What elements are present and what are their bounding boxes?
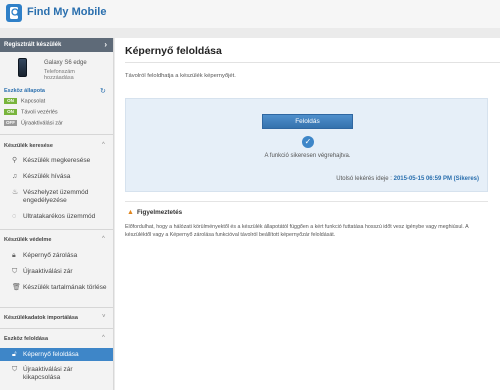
- find-my-mobile-logo-icon: [6, 4, 22, 22]
- registered-devices-header[interactable]: Regisztrált készülék ›: [0, 38, 113, 52]
- top-bar: Find My Mobile: [0, 0, 500, 28]
- sidebar-item-label: Újraaktiválási zár kikapcsolása: [23, 366, 73, 381]
- section-title-unlock: Eszköz feloldása: [4, 336, 49, 342]
- chevron-right-icon: ›: [104, 40, 107, 49]
- page-description: Távolról feloldhatja a készülék képernyő…: [125, 73, 236, 79]
- unlock-panel: Feloldás ✓ A funkció sikeresen végrehajt…: [125, 98, 488, 192]
- divider: [0, 328, 113, 329]
- checkmark-icon: ✓: [302, 136, 314, 148]
- status-row-reactivation-lock: OFF Újraaktiválási zár: [4, 120, 63, 128]
- phone-icon: [18, 58, 27, 77]
- section-title-import: Készülékadatok importálása: [4, 315, 78, 321]
- divider: [0, 134, 113, 135]
- trash-icon: 🗑︎: [12, 284, 21, 291]
- power-saving-icon: ◌: [12, 213, 17, 220]
- sidebar-item-emergency-mode[interactable]: ♨ Vészhelyzet üzemmód engedélyezése: [0, 188, 113, 206]
- sidebar-item-label: Képernyő feloldása: [23, 351, 79, 358]
- unlock-icon: 🔓︎: [12, 351, 17, 358]
- chevron-up-icon[interactable]: ^: [102, 236, 105, 242]
- warning-icon: ▲: [127, 209, 134, 216]
- sidebar-item-label: Készülék megkeresése: [23, 157, 91, 164]
- sidebar-item-ultra-power-saving[interactable]: ◌ Ultratakarékos üzemmód: [0, 212, 113, 222]
- divider: [0, 229, 113, 230]
- last-request-info: Utolsó lekérés ideje : 2015-05-15 06:59 …: [336, 176, 479, 182]
- lock-icon: 🔒︎: [12, 252, 16, 259]
- chevron-up-icon[interactable]: ^: [102, 335, 105, 341]
- sidebar-item-lock-screen[interactable]: 🔒︎ Képernyő zárolása: [0, 251, 113, 261]
- success-message: A funkció sikeresen végrehajtva.: [264, 153, 351, 159]
- sidebar-item-ring-device[interactable]: ♫ Készülék hívása: [0, 172, 113, 182]
- status-row-connection: ON Kapcsolat: [4, 98, 45, 106]
- search-icon: ⚲: [12, 157, 18, 164]
- sidebar-item-label: Vészhelyzet üzemmód engedélyezése: [23, 189, 89, 204]
- refresh-icon[interactable]: ↻: [100, 87, 106, 95]
- warning-text: Előfordulhat, hogy a hálózati körülménye…: [125, 224, 469, 238]
- sidebar-item-label: Készülék tartalmának törlése: [23, 284, 107, 291]
- divider: [125, 62, 500, 63]
- chevron-down-icon[interactable]: ˅: [102, 314, 106, 320]
- add-phone-number-link[interactable]: Telefonszám hozzáadása: [44, 69, 104, 81]
- page-title: Képernyő feloldása: [125, 45, 222, 57]
- section-title-protection: Készülék védelme: [4, 237, 52, 243]
- sidebar-item-label: Újraaktiválási zár: [23, 268, 73, 275]
- emergency-icon: ♨: [12, 189, 19, 196]
- sidebar-item-label: Ultratakarékos üzemmód: [23, 213, 96, 220]
- sidebar-item-label: Készülék hívása: [23, 173, 71, 180]
- shield-icon: ⛉: [12, 366, 18, 373]
- status-badge: OFF: [4, 120, 17, 126]
- last-request-value: 2015-05-15 06:59 PM (Sikeres): [393, 176, 479, 182]
- shield-icon: ⛉: [12, 268, 18, 275]
- warning-title: ▲ Figyelmeztetés: [127, 209, 182, 216]
- sidebar-item-find-device[interactable]: ⚲ Készülék megkeresése: [0, 156, 113, 166]
- divider: [0, 307, 113, 308]
- warning-title-text: Figyelmeztetés: [136, 209, 183, 216]
- status-label: Kapcsolat: [21, 98, 46, 105]
- chevron-up-icon[interactable]: ^: [102, 142, 105, 148]
- divider: [125, 201, 488, 202]
- app-title: Find My Mobile: [27, 6, 107, 18]
- device-card[interactable]: Galaxy S6 edge Telefonszám hozzáadása: [0, 52, 113, 88]
- last-request-label: Utolsó lekérés ideje :: [336, 176, 392, 182]
- status-label: Távoli vezérlés: [21, 109, 58, 116]
- status-label: Újraaktiválási zár: [21, 120, 63, 127]
- section-title-search: Készülék keresése: [4, 143, 53, 149]
- unlock-button[interactable]: Feloldás: [262, 114, 353, 129]
- sidebar-item-disable-reactivation-lock[interactable]: ⛉ Újraaktiválási zár kikapcsolása: [0, 365, 113, 383]
- music-note-icon: ♫: [12, 173, 18, 180]
- sidebar-item-label: Képernyő zárolása: [23, 252, 78, 259]
- sidebar-item-unlock-screen[interactable]: 🔓︎ Képernyő feloldása: [0, 348, 113, 361]
- registered-devices-label: Regisztrált készülék: [4, 42, 62, 48]
- sidebar-item-reactivation-lock[interactable]: ⛉ Újraaktiválási zár: [0, 267, 113, 277]
- status-badge: ON: [4, 109, 17, 115]
- main-content: Képernyő feloldása Távolról feloldhatja …: [115, 38, 500, 390]
- device-status-title: Eszköz állapota: [4, 88, 45, 94]
- sidebar: Regisztrált készülék › Galaxy S6 edge Te…: [0, 38, 114, 390]
- device-name: Galaxy S6 edge: [44, 60, 87, 66]
- status-badge: ON: [4, 98, 17, 104]
- status-row-remote-control: ON Távoli vezérlés: [4, 109, 58, 117]
- sidebar-item-wipe-device[interactable]: 🗑︎ Készülék tartalmának törlése: [0, 283, 113, 301]
